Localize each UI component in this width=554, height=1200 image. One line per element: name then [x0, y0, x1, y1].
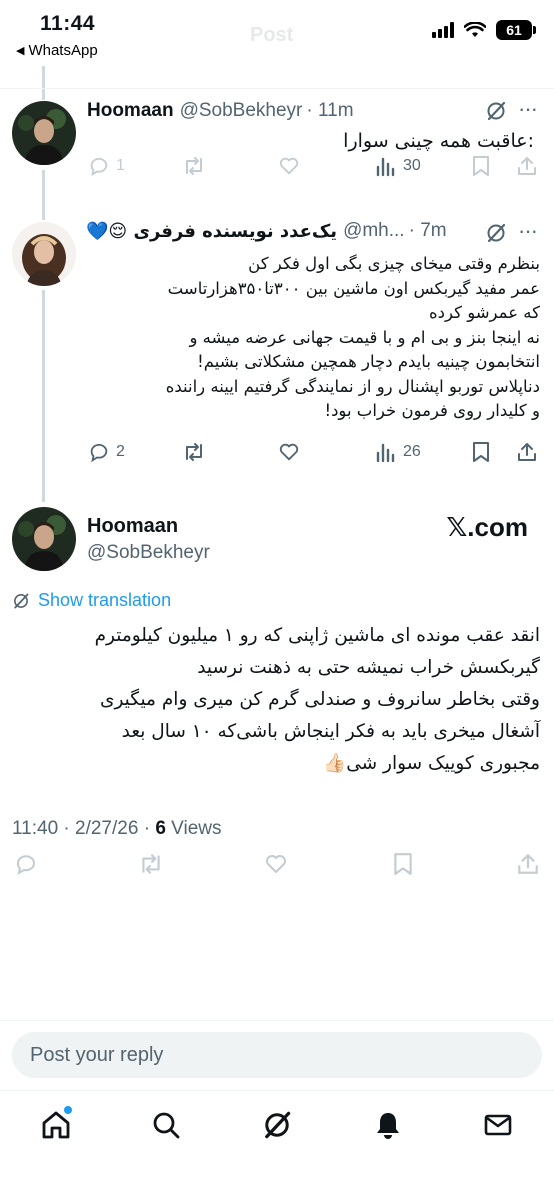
search-icon [153, 1112, 180, 1139]
header-title-faded: Post [250, 24, 294, 46]
reply-count: 2 [116, 443, 125, 460]
tweet-text-line: انتخابمون چینیه بایدم دچار همچین مشکلاتی… [197, 352, 540, 371]
tweet-text: بنظرم وقتی میخای چیزی بگی اول فکر کن عمر… [84, 252, 540, 424]
divider [0, 88, 554, 89]
like-button[interactable] [278, 441, 300, 463]
status-bar: 11:44 ◀ WhatsApp Post 61 [0, 0, 554, 66]
views-label: Views [165, 818, 222, 839]
avatar-photo [12, 507, 76, 571]
bookmark-button[interactable] [392, 852, 414, 876]
avatar-photo [12, 101, 76, 165]
bookmark-button[interactable] [471, 155, 491, 177]
share-button[interactable] [516, 155, 538, 177]
tweet-text-line: دناپلاس توربو اپشنال رو از نمایندگی گرفت… [165, 376, 540, 396]
tab-messages[interactable] [478, 1105, 518, 1145]
views-button[interactable]: 30 [375, 155, 421, 177]
tab-search[interactable] [146, 1105, 186, 1145]
handle[interactable]: @mh... [343, 220, 405, 242]
handle[interactable]: @SobBekheyr [87, 542, 210, 564]
show-translation-label: Show translation [38, 590, 172, 610]
tweet-text-line: که عمرشو کرده [429, 303, 540, 322]
reply-button[interactable] [14, 852, 38, 876]
tweet-text-line: بنظرم وقتی میخای چیزی بگی اول فکر کن [248, 254, 540, 273]
retweet-button[interactable] [182, 441, 206, 463]
display-name[interactable]: Hoomaan [87, 100, 174, 122]
reply-input[interactable]: Post your reply [12, 1032, 542, 1078]
signal-icon [432, 22, 454, 38]
grok-icon [265, 1111, 291, 1139]
avatar-photo [12, 222, 76, 286]
more-options-icon[interactable]: ··· [518, 96, 538, 122]
tab-notifications[interactable] [368, 1105, 408, 1145]
status-icons: 61 [432, 20, 536, 40]
tab-home[interactable] [36, 1105, 76, 1145]
clock: 11:44 [40, 12, 96, 35]
tweet-text-line: مجبوری کوییک سوار شی👍🏻 [323, 753, 540, 774]
views-count: 26 [403, 443, 421, 460]
display-name[interactable]: یک‌عدد نویسنده فرفری 😌💙 [86, 221, 337, 242]
tweet-timestamp[interactable]: 11:40 · 2/27/26 · [12, 818, 155, 839]
tweet-time[interactable]: · 11m [306, 100, 353, 122]
share-button[interactable] [516, 441, 538, 463]
back-to-app-link[interactable]: ◀ WhatsApp [16, 42, 98, 59]
bottom-tab-bar [0, 1090, 554, 1200]
grok-icon[interactable] [485, 100, 507, 127]
tweet-text-line: آشغال میخری باید به فکر اینجاش باشی‌که ۱… [121, 721, 540, 742]
like-button[interactable] [264, 852, 288, 876]
thread-line-top [42, 66, 45, 100]
reply-button[interactable]: 1 [88, 155, 125, 177]
retweet-button[interactable] [138, 852, 164, 876]
back-app-label: WhatsApp [28, 42, 98, 59]
avatar[interactable] [12, 507, 76, 571]
like-button[interactable] [278, 155, 300, 177]
avatar[interactable] [12, 101, 76, 165]
views-button[interactable]: 26 [375, 441, 421, 463]
share-button[interactable] [516, 852, 540, 876]
grok-icon[interactable] [485, 222, 507, 249]
tweet-text: انقد عقب مونده ای ماشین ژاپنی که رو ۱ می… [10, 620, 540, 780]
tweet-header: یک‌عدد نویسنده فرفری 😌💙 @mh... · 7m [86, 220, 447, 242]
tweet-time[interactable]: · 7m [409, 220, 447, 242]
bell-icon [377, 1113, 399, 1139]
thread-line-1 [42, 170, 45, 220]
notification-dot [64, 1106, 72, 1114]
tweet-text-line: گیربکسش خراب نمیشه حتی به ذهنت نرسید [197, 657, 540, 678]
tweet-text: :عاقبت همه چینی سوارا [343, 130, 534, 152]
x-com-watermark: 𝕏.com [446, 512, 528, 542]
battery-icon: 61 [496, 20, 536, 40]
tab-grok[interactable] [257, 1105, 297, 1145]
tweet-text-line: وقتی بخاطر سانروف و صندلی گرم کن میری وا… [99, 689, 540, 710]
views-count: 6 [155, 818, 166, 839]
handle[interactable]: @SobBekheyr [180, 100, 303, 122]
tweet-text-line: انقد عقب مونده ای ماشین ژاپنی که رو ۱ می… [94, 625, 540, 646]
tweet-header: Hoomaan @SobBekheyr · 11m [87, 100, 354, 122]
grok-icon [14, 593, 29, 608]
reply-count: 1 [116, 157, 125, 174]
reply-button[interactable]: 2 [88, 441, 125, 463]
tweet-meta: 11:40 · 2/27/26 · 6 Views [12, 818, 222, 840]
tweet-text-line: و کلیدار روی فرمون خراب بود! [324, 401, 540, 420]
avatar[interactable] [12, 222, 76, 286]
back-triangle-icon: ◀ [16, 45, 25, 57]
views-count: 30 [403, 157, 421, 174]
bookmark-button[interactable] [471, 441, 491, 463]
mail-icon [484, 1114, 512, 1136]
more-options-icon[interactable]: ··· [518, 218, 538, 244]
tweet-text-line: عمر مفید گیربکس اون ماشین بین ۳۰۰تا۳۵۰هز… [167, 278, 540, 298]
display-name[interactable]: Hoomaan [87, 515, 178, 538]
wifi-icon [464, 22, 486, 37]
retweet-button[interactable] [182, 155, 206, 177]
divider [0, 1020, 554, 1021]
show-translation-button[interactable]: Show translation [12, 590, 171, 611]
tweet-text-line: نه اینجا بنز و بی ام و با قیمت جهانی عرض… [189, 327, 540, 347]
thread-line-2 [42, 290, 45, 502]
